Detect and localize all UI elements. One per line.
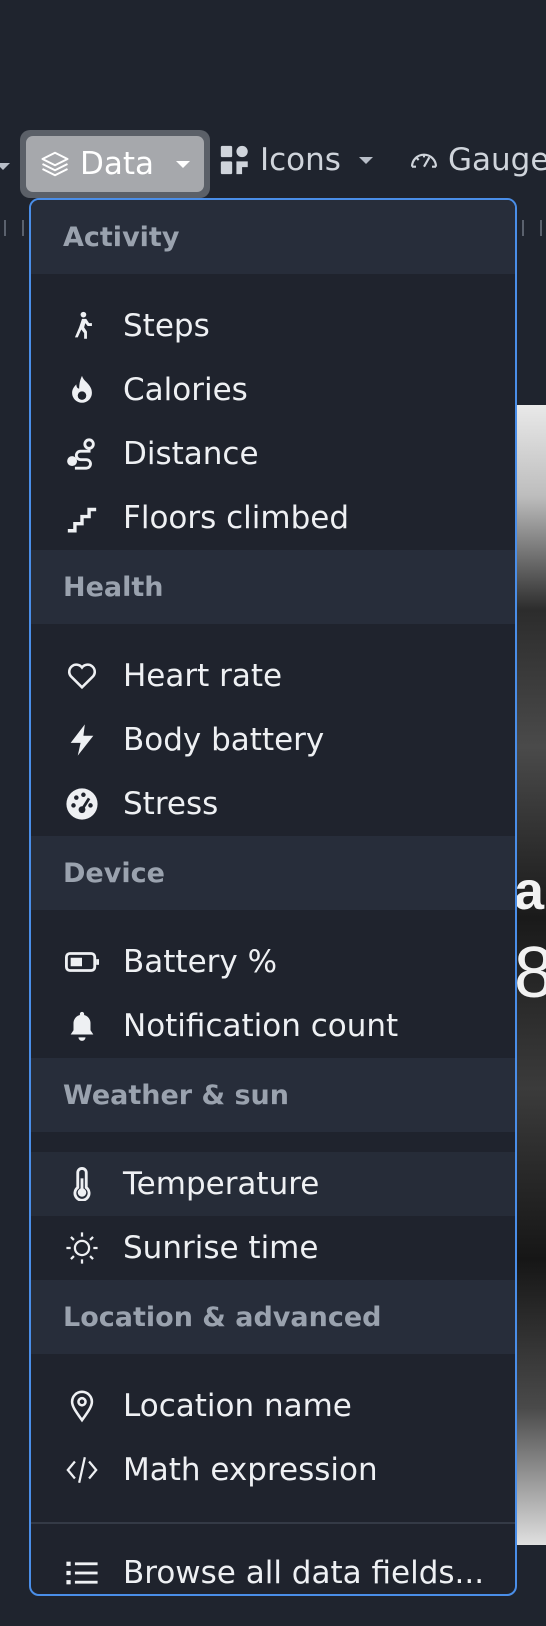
menu-item-label: Calories — [123, 372, 248, 408]
menu-item-label: Notification count — [123, 1008, 399, 1044]
menu-item-label: Steps — [123, 308, 210, 344]
menu-item-label: Stress — [123, 786, 219, 822]
browse-all-label: Browse all data fields... — [123, 1555, 485, 1591]
menu-item-calories[interactable]: Calories — [31, 358, 515, 422]
ruler-tick — [22, 220, 24, 236]
menu-item-label: Body battery — [123, 722, 325, 758]
sun-icon — [63, 1229, 101, 1267]
preview-text: al — [514, 861, 546, 921]
menu-item-stress[interactable]: Stress — [31, 772, 515, 836]
menu-item-location-name[interactable]: Location name — [31, 1374, 515, 1438]
ruler-tick — [522, 220, 524, 236]
ruler-tick — [540, 220, 542, 236]
section-header-location: Location & advanced — [31, 1280, 515, 1354]
walking-icon — [63, 307, 101, 345]
menu-item-sunrise-time[interactable]: Sunrise time — [31, 1216, 515, 1280]
gauges-dropdown-button[interactable]: Gauge — [408, 142, 546, 178]
data-dropdown-button[interactable]: Data — [20, 130, 210, 198]
thermometer-icon — [63, 1165, 101, 1203]
battery-icon — [63, 943, 101, 981]
lightning-icon — [63, 721, 101, 759]
menu-item-battery[interactable]: Battery % — [31, 930, 515, 994]
menu-item-label: Location name — [123, 1388, 352, 1424]
ruler-tick — [4, 220, 6, 236]
menu-item-notification-count[interactable]: Notification count — [31, 994, 515, 1058]
section-header-activity: Activity — [31, 200, 515, 274]
preview-text: 8 — [514, 933, 546, 1013]
bell-icon — [63, 1007, 101, 1045]
icons-button-label: Icons — [260, 142, 341, 178]
menu-item-body-battery[interactable]: Body battery — [31, 708, 515, 772]
menu-item-label: Floors climbed — [123, 500, 350, 536]
data-button-label: Data — [80, 146, 155, 182]
icons-dropdown-button[interactable]: Icons — [218, 142, 373, 178]
menu-item-label: Sunrise time — [123, 1230, 319, 1266]
menu-item-label: Math expression — [123, 1452, 378, 1488]
menu-item-math-expression[interactable]: Math expression — [31, 1438, 515, 1502]
menu-item-distance[interactable]: Distance — [31, 422, 515, 486]
chevron-down-icon — [358, 156, 373, 164]
menu-item-steps[interactable]: Steps — [31, 294, 515, 358]
menu-item-heart-rate[interactable]: Heart rate — [31, 644, 515, 708]
map-pin-icon — [63, 1387, 101, 1425]
menu-item-label: Heart rate — [123, 658, 283, 694]
browse-all-data-fields[interactable]: Browse all data fields... — [31, 1524, 515, 1594]
speedometer-icon — [63, 785, 101, 823]
chevron-down-icon[interactable] — [0, 163, 10, 170]
layers-icon — [40, 149, 70, 179]
gauge-icon — [408, 144, 440, 176]
section-header-device: Device — [31, 836, 515, 910]
menu-item-label: Distance — [123, 436, 259, 472]
gauges-button-label: Gauge — [448, 142, 546, 178]
icons-icon — [218, 143, 252, 177]
stairs-icon — [63, 499, 101, 537]
menu-item-floors-climbed[interactable]: Floors climbed — [31, 486, 515, 550]
section-header-weather: Weather & sun — [31, 1058, 515, 1132]
chevron-down-icon — [176, 160, 191, 168]
flame-icon — [63, 371, 101, 409]
route-icon — [63, 435, 101, 473]
menu-item-temperature[interactable]: Temperature — [31, 1152, 515, 1216]
toolbar: Data Icons Gauge — [0, 128, 546, 200]
list-icon — [63, 1554, 101, 1592]
section-header-health: Health — [31, 550, 515, 624]
menu-item-label: Temperature — [123, 1166, 320, 1202]
code-icon — [63, 1451, 101, 1489]
heart-icon — [63, 657, 101, 695]
menu-item-label: Battery % — [123, 944, 278, 980]
data-dropdown-menu: Activity Steps Calories Distance Floors … — [29, 198, 517, 1596]
